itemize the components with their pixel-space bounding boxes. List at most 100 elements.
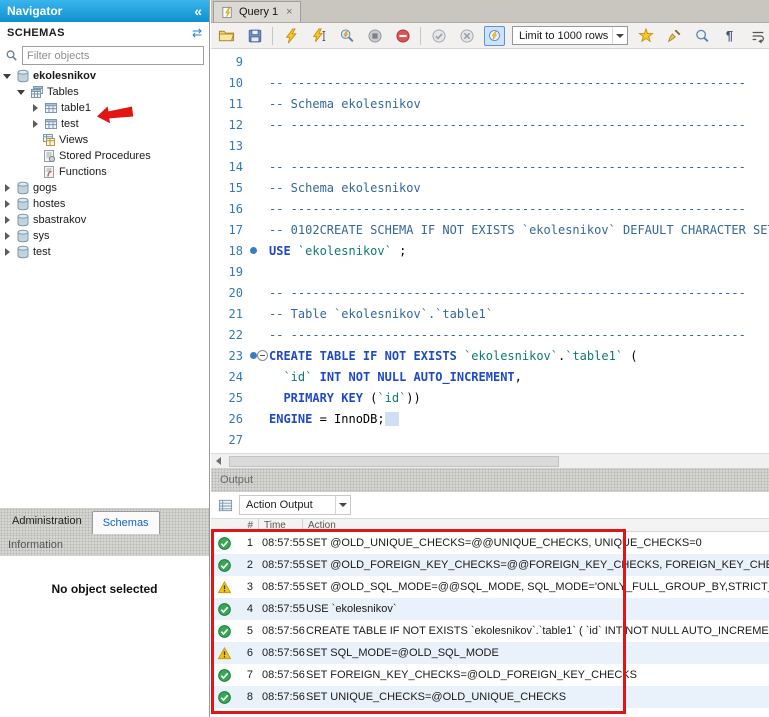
code-line: 24 `id` INT NOT NULL AUTO_INCREMENT, (211, 366, 769, 387)
expand-node-icon[interactable] (30, 100, 41, 116)
output-row[interactable]: 208:57:55SET @OLD_FOREIGN_KEY_CHECKS=@@F… (211, 554, 769, 576)
tree-item-gogs[interactable]: gogs (0, 180, 209, 196)
code-line: 22-- -----------------------------------… (211, 324, 769, 345)
tree-item-views[interactable]: Views (0, 132, 209, 148)
output-row[interactable]: 308:57:55SET @OLD_SQL_MODE=@@SQL_MODE, S… (211, 576, 769, 598)
tree-item-test[interactable]: test (0, 116, 209, 132)
line-number: 19 (211, 265, 243, 279)
line-number: 27 (211, 433, 243, 447)
table-icon (44, 117, 58, 131)
row-index: 4 (237, 603, 253, 615)
line-number: 20 (211, 286, 243, 300)
output-row[interactable]: 708:57:56SET FOREIGN_KEY_CHECKS=@OLD_FOR… (211, 664, 769, 686)
schema-icon (16, 213, 30, 227)
code-text: -- -------------------------------------… (269, 160, 746, 174)
row-index: 6 (237, 647, 253, 659)
code-line: 15-- Schema ekolesnikov (211, 177, 769, 198)
open-script-icon[interactable] (216, 26, 237, 46)
success-icon (211, 625, 237, 638)
expand-node-icon[interactable] (2, 228, 13, 244)
gutter-marks (243, 387, 269, 408)
collapse-node-icon[interactable] (16, 84, 27, 100)
execute-icon[interactable] (280, 26, 301, 46)
output-view-dropdown[interactable]: Action Output (239, 495, 351, 515)
schema-actions-icon[interactable]: ⇄ (192, 26, 202, 40)
schema-icon (16, 245, 30, 259)
tree-item-label: ekolesnikov (33, 70, 96, 82)
tab-schemas[interactable]: Schemas (92, 511, 160, 534)
line-number: 25 (211, 391, 243, 405)
collapse-panel-icon[interactable]: « (194, 4, 202, 18)
scrollbar-thumb[interactable] (229, 456, 559, 467)
row-index: 5 (237, 625, 253, 637)
output-row[interactable]: 808:57:56SET UNIQUE_CHECKS=@OLD_UNIQUE_C… (211, 686, 769, 708)
fold-collapse-icon[interactable] (257, 350, 268, 361)
rollback-icon[interactable] (456, 26, 477, 46)
information-title: Information (8, 539, 63, 551)
statement-marker-icon (250, 247, 257, 254)
line-number: 26 (211, 412, 243, 426)
filter-input[interactable] (22, 46, 204, 65)
invisible-characters-icon[interactable]: ¶ (719, 26, 740, 46)
scroll-left-icon[interactable] (211, 454, 226, 469)
expand-node-icon[interactable] (2, 244, 13, 260)
tree-item-functions[interactable]: Functions (0, 164, 209, 180)
find-icon[interactable] (691, 26, 712, 46)
explain-icon[interactable] (336, 26, 357, 46)
schema-icon (16, 197, 30, 211)
search-icon (5, 49, 18, 62)
save-script-icon[interactable] (244, 26, 265, 46)
tab-administration[interactable]: Administration (2, 508, 92, 534)
mysql-workbench-window: Navigator « SCHEMAS ⇄ ekolesnikovTablest… (0, 0, 769, 717)
schema-icon (16, 229, 30, 243)
code-line: 16-- -----------------------------------… (211, 198, 769, 219)
sql-editor[interactable]: 910-- ----------------------------------… (211, 49, 769, 453)
stored-procedures-icon (42, 149, 56, 163)
column-header-index[interactable]: # (211, 520, 253, 531)
beautify-icon[interactable] (635, 26, 656, 46)
stop-icon[interactable] (364, 26, 385, 46)
tree-item-ekolesnikov[interactable]: ekolesnikov (0, 68, 209, 84)
expand-node-icon[interactable] (2, 212, 13, 228)
query-file-icon (221, 6, 234, 19)
tree-item-stored-procedures[interactable]: Stored Procedures (0, 148, 209, 164)
wrap-text-icon[interactable] (747, 26, 768, 46)
tree-item-tables[interactable]: Tables (0, 84, 209, 100)
tree-item-table1[interactable]: table1 (0, 100, 209, 116)
output-row[interactable]: 508:57:56CREATE TABLE IF NOT EXISTS `eko… (211, 620, 769, 642)
warning-icon (211, 581, 237, 594)
toolbar-right-group: ¶ (635, 26, 768, 46)
schema-tree: ekolesnikovTablestable1testViewsStored P… (0, 68, 209, 508)
expand-node-icon[interactable] (2, 180, 13, 196)
functions-icon (42, 165, 56, 179)
gutter-marks (243, 135, 269, 156)
tab-query-1[interactable]: Query 1 × (213, 1, 301, 22)
output-row[interactable]: 408:57:55USE `ekolesnikov` (211, 598, 769, 620)
expand-node-icon[interactable] (2, 196, 13, 212)
column-header-action[interactable]: Action (302, 519, 769, 531)
toggle-stop-on-error-icon[interactable] (392, 26, 413, 46)
table-icon (44, 101, 58, 115)
limit-rows-dropdown[interactable]: Limit to 1000 rows (512, 26, 628, 45)
commit-icon[interactable] (428, 26, 449, 46)
collapse-node-icon[interactable] (2, 68, 13, 84)
tree-item-sys[interactable]: sys (0, 228, 209, 244)
code-text: `id` INT NOT NULL AUTO_INCREMENT, (269, 370, 522, 384)
code-text: -- -------------------------------------… (269, 286, 746, 300)
output-row[interactable]: 108:57:55SET @OLD_UNIQUE_CHECKS=@@UNIQUE… (211, 532, 769, 554)
tree-item-sbastrakov[interactable]: sbastrakov (0, 212, 209, 228)
toggle-autocommit-icon[interactable] (484, 26, 505, 46)
code-line: 10-- -----------------------------------… (211, 72, 769, 93)
chevron-down-icon (335, 496, 350, 514)
output-row[interactable]: 608:57:56SET SQL_MODE=@OLD_SQL_MODE (211, 642, 769, 664)
close-tab-icon[interactable]: × (286, 6, 292, 18)
tree-item-hostes[interactable]: hostes (0, 196, 209, 212)
execute-current-icon[interactable] (308, 26, 329, 46)
clean-icon[interactable] (663, 26, 684, 46)
gutter-marks (243, 261, 269, 282)
editor-horizontal-scrollbar[interactable] (211, 453, 769, 468)
column-header-time[interactable]: Time (258, 519, 302, 531)
expand-node-icon[interactable] (30, 116, 41, 132)
tree-item-test[interactable]: test (0, 244, 209, 260)
code-line: 14-- -----------------------------------… (211, 156, 769, 177)
